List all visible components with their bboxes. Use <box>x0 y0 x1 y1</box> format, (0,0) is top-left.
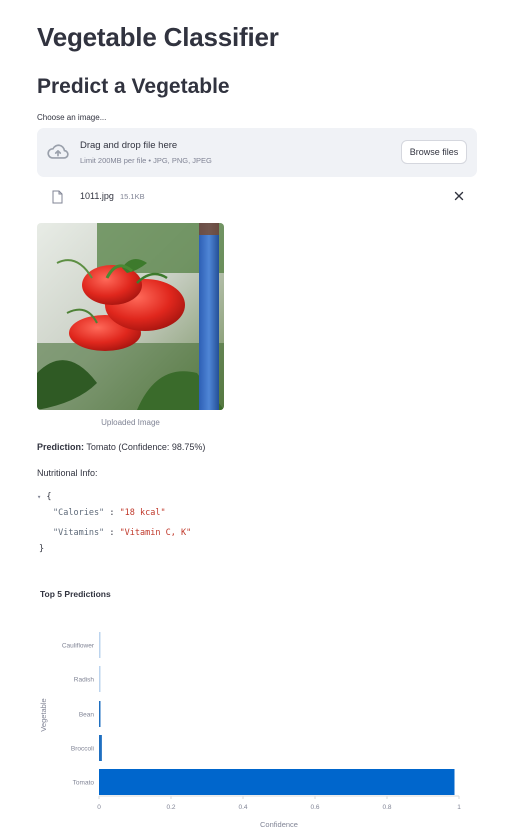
file-size: 15.1KB <box>120 192 145 201</box>
section-header: Predict a Vegetable <box>37 75 230 98</box>
x-tick-label: 0.2 <box>166 804 175 811</box>
file-dropzone[interactable]: Drag and drop file here Limit 200MB per … <box>37 128 477 177</box>
json-key: "Calories" <box>53 508 105 518</box>
json-row: "Calories" : "18 kcal" <box>53 508 166 518</box>
json-open-brace: { <box>46 492 52 502</box>
x-tick-label: 0.4 <box>238 804 247 811</box>
json-value: "18 kcal" <box>119 508 166 518</box>
category-label: Broccoli <box>71 746 94 753</box>
category-label: Cauliflower <box>62 643 95 650</box>
x-tick-label: 1 <box>457 804 461 811</box>
collapse-toggle-icon[interactable]: ▾ <box>37 493 41 501</box>
cloud-upload-icon <box>47 144 69 159</box>
bar-bean <box>99 701 101 727</box>
prediction-label: Prediction: <box>37 442 85 452</box>
page-title: Vegetable Classifier <box>37 22 279 52</box>
bar-broccoli <box>99 735 102 761</box>
bar-tomato <box>99 769 455 795</box>
prediction-text: Prediction: Tomato (Confidence: 98.75%) <box>37 442 205 452</box>
category-label: Tomato <box>73 780 95 787</box>
json-key: "Vitamins" <box>53 528 105 538</box>
json-row: "Vitamins" : "Vitamin C, K" <box>53 528 192 538</box>
top-predictions-chart: Cauliflower Radish Bean Broccoli Tomato 0 0.2 0… <box>39 632 461 829</box>
chart-title: Top 5 Predictions <box>40 589 111 599</box>
uploader-label: Choose an image... <box>37 113 107 122</box>
file-icon <box>52 190 63 204</box>
x-axis-label: Confidence <box>260 820 298 829</box>
x-tick-label: 0.8 <box>382 804 391 811</box>
category-label: Radish <box>74 677 95 684</box>
category-label: Bean <box>79 712 95 719</box>
x-tick-label: 0.6 <box>310 804 319 811</box>
y-axis-label: Vegetable <box>39 698 48 731</box>
json-value: "Vitamin C, K" <box>119 528 192 538</box>
close-icon[interactable] <box>454 191 464 201</box>
file-name: 1011.jpg <box>80 191 114 201</box>
uploaded-image <box>37 223 224 410</box>
nutrition-label: Nutritional Info: <box>37 468 98 478</box>
bar-cauliflower <box>99 632 101 658</box>
image-caption: Uploaded Image <box>101 418 160 427</box>
browse-files-button[interactable]: Browse files <box>401 140 467 164</box>
prediction-value: Tomato (Confidence: 98.75%) <box>86 442 206 452</box>
dropzone-title: Drag and drop file here <box>80 140 178 151</box>
x-tick-label: 0 <box>97 804 101 811</box>
dropzone-limit-text: Limit 200MB per file • JPG, PNG, JPEG <box>80 156 212 165</box>
json-close-brace: } <box>39 544 45 554</box>
bar-radish <box>99 666 101 692</box>
uploaded-file-row: 1011.jpg 15.1KB <box>37 187 477 207</box>
tomato-photo <box>37 223 224 410</box>
